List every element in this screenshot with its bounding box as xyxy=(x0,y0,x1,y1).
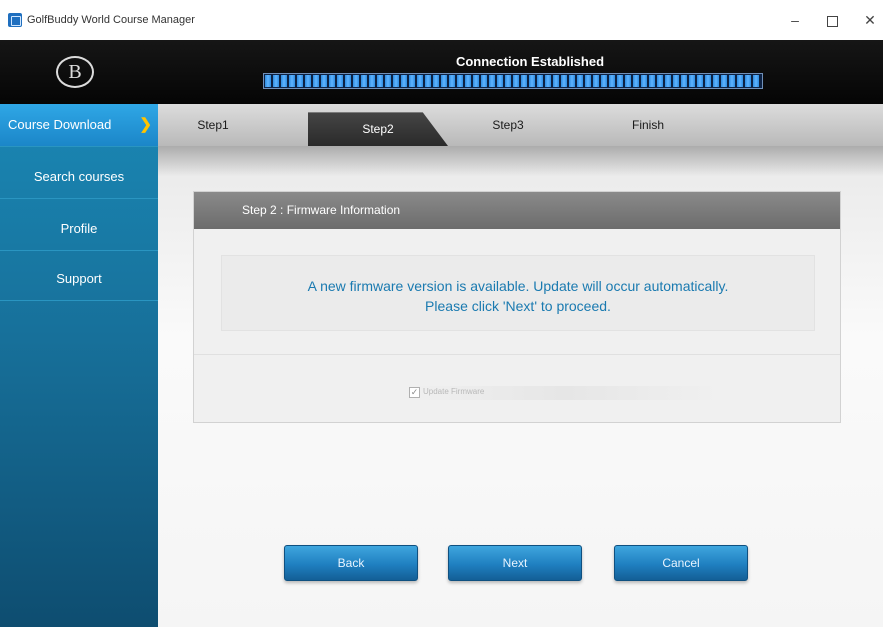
step-2-active: Step2 xyxy=(308,112,448,146)
step-3: Step3 xyxy=(492,118,524,132)
sidebar-item-profile[interactable]: Profile xyxy=(0,208,158,251)
panel-header: Step 2 : Firmware Information xyxy=(194,192,840,229)
update-firmware-checkbox[interactable]: ✓ xyxy=(409,387,420,398)
app-icon xyxy=(8,13,22,27)
sidebar-item-course-download[interactable]: Course Download ❯ xyxy=(0,104,158,147)
update-firmware-label: Update Firmware xyxy=(423,387,485,396)
cancel-button[interactable]: Cancel xyxy=(614,545,748,581)
panel-title: Step 2 : Firmware Information xyxy=(242,203,401,217)
sidebar-item-label: Course Download xyxy=(8,117,112,132)
window-title: GolfBuddy World Course Manager xyxy=(27,14,195,26)
firmware-message-line2: Please click 'Next' to proceed. xyxy=(425,298,611,314)
maximize-icon xyxy=(826,15,838,27)
update-firmware-row: ✓ Update Firmware xyxy=(409,386,721,400)
close-button[interactable]: ✕ xyxy=(850,8,883,32)
content-shadow xyxy=(158,146,883,176)
step-2-label: Step2 xyxy=(362,122,394,136)
title-bar: GolfBuddy World Course Manager – ✕ xyxy=(0,0,883,41)
next-button[interactable]: Next xyxy=(448,545,582,581)
connection-progress-bar xyxy=(263,73,763,89)
back-button[interactable]: Back xyxy=(284,545,418,581)
sidebar-item-search-courses[interactable]: Search courses xyxy=(0,156,158,199)
sidebar: Course Download ❯ Search courses Profile… xyxy=(0,104,158,627)
minimize-button[interactable]: – xyxy=(775,8,815,32)
firmware-message-box: A new firmware version is available. Upd… xyxy=(221,255,815,331)
maximize-button[interactable] xyxy=(812,8,852,32)
main-content: Step 2 : Firmware Information A new firm… xyxy=(158,146,883,627)
app-header: B Connection Established xyxy=(0,40,883,104)
golfbuddy-logo: B xyxy=(56,56,94,88)
step-finish: Finish xyxy=(631,118,664,132)
connection-progress-fill xyxy=(265,75,761,87)
sidebar-item-support[interactable]: Support xyxy=(0,258,158,301)
connection-status: Connection Established xyxy=(455,54,605,69)
app-window: GolfBuddy World Course Manager – ✕ B Con… xyxy=(0,0,883,627)
chevron-right-icon: ❯ xyxy=(139,116,152,133)
step-indicator: Step1 Step2 Step3 Finish xyxy=(158,104,883,147)
firmware-message-line1: A new firmware version is available. Upd… xyxy=(307,278,729,294)
firmware-info-panel: Step 2 : Firmware Information A new firm… xyxy=(193,191,841,423)
panel-divider xyxy=(194,354,840,355)
step-1: Step1 xyxy=(197,118,229,132)
